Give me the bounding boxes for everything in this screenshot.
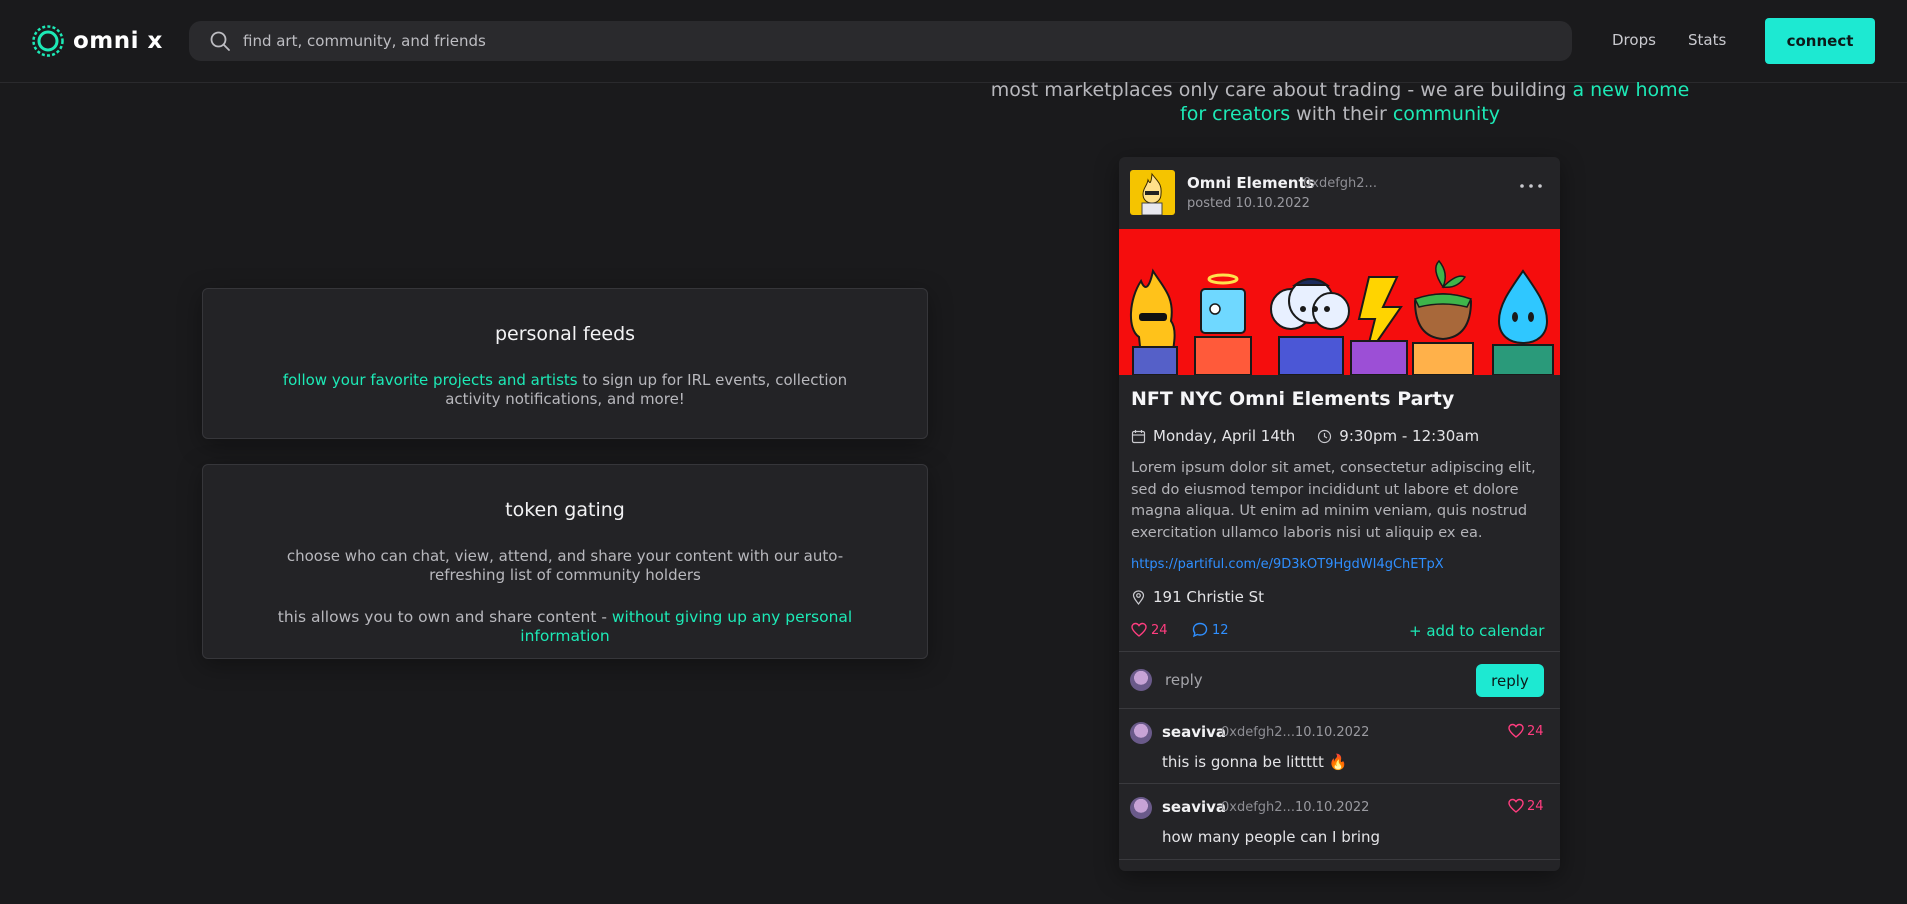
divider [1119, 859, 1560, 860]
tagline: most marketplaces only care about tradin… [980, 78, 1700, 126]
search-bar[interactable] [189, 21, 1572, 61]
clock-icon [1318, 429, 1332, 443]
like-button[interactable]: 24 [1131, 622, 1168, 638]
divider [1119, 651, 1560, 652]
heart-icon [1508, 798, 1524, 813]
reply-input[interactable] [1165, 667, 1465, 693]
event-time: 9:30pm - 12:30am [1339, 427, 1480, 445]
event-link[interactable]: https://partiful.com/e/9D3kOT9HgdWI4gChE… [1131, 557, 1444, 572]
personal-feeds-title: personal feeds [494, 323, 636, 345]
post-author-address: 0xdefgh2... [1303, 176, 1377, 191]
divider [1119, 783, 1560, 784]
comment-like-count: 24 [1527, 798, 1544, 814]
location-pin-icon [1132, 589, 1145, 605]
event-post-card: Omni Elements 0xdefgh2... posted 10.10.2… [1119, 157, 1560, 871]
event-location: 191 Christie St [1131, 588, 1264, 606]
tagline-text-1: most marketplaces only care about tradin… [990, 79, 1573, 101]
omni-logo-icon [32, 25, 64, 57]
commenter-avatar[interactable] [1130, 797, 1152, 819]
connect-button[interactable]: connect [1765, 18, 1875, 64]
search-input[interactable] [243, 32, 1543, 50]
comment-date: 10.10.2022 [1295, 800, 1370, 815]
post-stats: 24 12 + add to calendar [1131, 622, 1551, 640]
token-gating-privacy: this allows you to own and share content… [203, 608, 927, 646]
token-gating-card: token gating choose who can chat, view, … [202, 464, 928, 659]
nav-drops-link[interactable]: Drops [1612, 31, 1656, 49]
heart-icon [1508, 723, 1524, 738]
event-banner-image [1119, 229, 1560, 376]
token-gating-text: choose who can chat, view, attend, and s… [286, 547, 844, 584]
personal-feeds-text: follow your favorite projects and artist… [203, 371, 927, 409]
token-gating-title: token gating [505, 499, 625, 521]
token-gating-privacy-body: this allows you to own and share content… [277, 608, 612, 626]
comment-like-button[interactable]: 24 [1508, 798, 1544, 814]
search-icon [210, 31, 230, 51]
add-to-calendar-button[interactable]: + add to calendar [1409, 622, 1544, 640]
comment-like-button[interactable]: 24 [1508, 723, 1544, 739]
comment-date: 10.10.2022 [1295, 725, 1370, 740]
commenter-address: 0xdefgh2... [1221, 800, 1295, 815]
comment-text: how many people can I bring [1162, 828, 1381, 846]
personal-feeds-highlight: follow your favorite projects and artist… [282, 371, 578, 389]
like-count: 24 [1151, 622, 1168, 638]
commenter-avatar[interactable] [1130, 722, 1152, 744]
fire-character-icon [1141, 172, 1163, 215]
reply-button[interactable]: reply [1476, 664, 1544, 697]
comment-button[interactable]: 12 [1192, 622, 1229, 638]
post-date: posted 10.10.2022 [1187, 196, 1310, 211]
commenter-address: 0xdefgh2... [1221, 725, 1295, 740]
commenter-name[interactable]: seaviva [1162, 723, 1226, 741]
divider [1119, 708, 1560, 709]
post-author-name[interactable]: Omni Elements [1187, 174, 1315, 192]
comment-text: this is gonna be littttt 🔥 [1162, 753, 1348, 771]
personal-feeds-card: personal feeds follow your favorite proj… [202, 288, 928, 439]
commenter-name[interactable]: seaviva [1162, 798, 1226, 816]
post-header: Omni Elements 0xdefgh2... posted 10.10.2… [1119, 157, 1560, 229]
logo[interactable]: omni x [31, 23, 163, 59]
top-navbar: omni x Drops Stats connect [0, 0, 1907, 83]
event-title: NFT NYC Omni Elements Party [1131, 388, 1455, 410]
event-location-text: 191 Christie St [1153, 588, 1264, 606]
calendar-icon [1131, 429, 1146, 443]
comment-like-count: 24 [1527, 723, 1544, 739]
comment-count: 12 [1212, 622, 1229, 638]
tagline-text-2: with their [1290, 103, 1393, 125]
more-options-icon[interactable] [1519, 181, 1543, 191]
comment-icon [1192, 622, 1208, 638]
event-description: Lorem ipsum dolor sit amet, consectetur … [1131, 460, 1536, 541]
characters-illustration [1129, 259, 1554, 376]
author-avatar[interactable] [1130, 170, 1175, 215]
event-datetime: Monday, April 14th 9:30pm - 12:30am [1131, 427, 1479, 445]
user-avatar [1130, 669, 1152, 691]
tagline-highlight-community: community [1392, 103, 1500, 125]
logo-text: omni x [73, 28, 163, 54]
nav-stats-link[interactable]: Stats [1688, 31, 1726, 49]
event-date: Monday, April 14th [1153, 427, 1296, 445]
heart-icon [1131, 622, 1147, 637]
